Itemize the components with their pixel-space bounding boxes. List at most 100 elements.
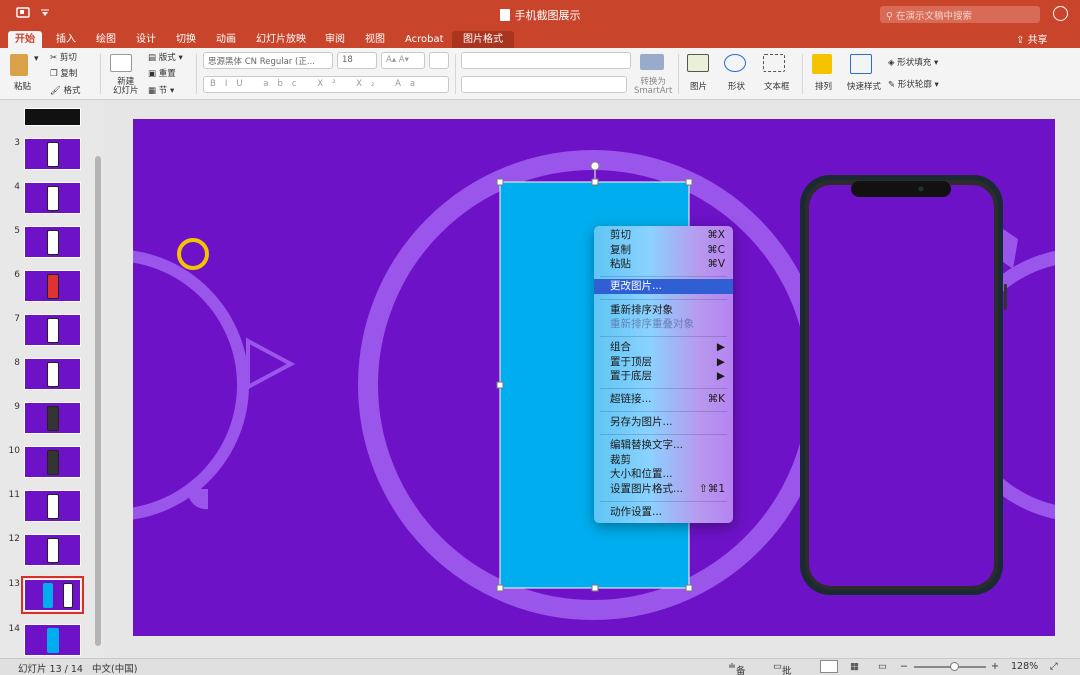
language-indicator[interactable]: 中文(中国): [92, 661, 137, 675]
clear-format-icon[interactable]: [429, 52, 449, 69]
tab-transitions[interactable]: 切换: [169, 31, 203, 48]
normal-view-icon[interactable]: [820, 660, 838, 673]
resize-handle-tl[interactable]: [496, 178, 504, 186]
shape-outline-button[interactable]: ✎ 形状轮廓 ▾: [888, 78, 939, 90]
resize-handle-b[interactable]: [591, 584, 599, 592]
smartart-icon[interactable]: [640, 54, 664, 70]
tab-animations[interactable]: 动画: [209, 31, 243, 48]
zoom-slider-thumb[interactable]: [950, 662, 959, 671]
tab-picture-format[interactable]: 图片格式: [452, 31, 514, 48]
tab-slideshow[interactable]: 幻灯片放映: [249, 31, 313, 48]
resize-handle-bl[interactable]: [496, 584, 504, 592]
rotate-handle[interactable]: [590, 161, 600, 171]
slide-thumbnail[interactable]: [24, 182, 81, 214]
menu-size-position[interactable]: 大小和位置...: [594, 467, 733, 482]
list-indent-buttons[interactable]: [461, 52, 631, 69]
cut-button[interactable]: ✂ 剪切: [50, 51, 77, 63]
slide-thumbnail[interactable]: [24, 534, 81, 566]
slide-number: 14: [8, 624, 20, 634]
new-slide-label[interactable]: 新建 幻灯片: [113, 78, 139, 96]
paste-icon[interactable]: [10, 54, 28, 76]
notes-button[interactable]: ≐ 备注: [728, 661, 745, 675]
slide-thumbnail[interactable]: [24, 270, 81, 302]
copy-button[interactable]: ❐ 复制: [50, 67, 77, 79]
menu-hyperlink[interactable]: 超链接... ⌘K: [594, 392, 733, 407]
tab-home[interactable]: 开始: [8, 31, 42, 48]
section-button[interactable]: ▦ 节 ▾: [148, 84, 174, 96]
comments-button[interactable]: ▭ 批注: [773, 661, 792, 675]
zoom-out-button[interactable]: −: [900, 661, 908, 672]
feedback-smiley-icon[interactable]: [1053, 6, 1068, 21]
slide-number: 13: [8, 579, 20, 589]
layout-button[interactable]: ▤ 版式 ▾: [148, 51, 183, 63]
shape-icon[interactable]: [724, 54, 746, 72]
arrange-icon[interactable]: [812, 54, 832, 74]
menu-action-settings[interactable]: 动作设置...: [594, 505, 733, 520]
menu-group[interactable]: 组合 ▶: [594, 340, 733, 355]
slide-thumbnail[interactable]: [24, 490, 81, 522]
shape-fill-button[interactable]: ◈ 形状填充 ▾: [888, 56, 938, 68]
shape-label[interactable]: 形状: [728, 80, 745, 92]
menu-copy[interactable]: 复制 ⌘C: [594, 243, 733, 258]
menu-change-picture[interactable]: 更改图片...: [594, 279, 733, 294]
menu-bring-to-front[interactable]: 置于顶层 ▶: [594, 355, 733, 370]
resize-handle-tr[interactable]: [685, 178, 693, 186]
menu-cut[interactable]: 剪切 ⌘X: [594, 228, 733, 243]
format-painter-button[interactable]: 🖌 格式: [50, 84, 81, 96]
reading-view-icon[interactable]: ▭: [878, 661, 887, 672]
menu-crop[interactable]: 裁剪: [594, 453, 733, 468]
zoom-level[interactable]: 128%: [1011, 661, 1038, 672]
font-grow-shrink[interactable]: A▴ A▾: [381, 52, 425, 69]
slide-thumbnail[interactable]: [24, 624, 81, 656]
alignment-buttons[interactable]: [461, 76, 627, 93]
share-button[interactable]: ⇪ 共享: [1016, 31, 1048, 46]
resize-handle-t[interactable]: [591, 178, 599, 186]
picture-label[interactable]: 图片: [690, 80, 707, 92]
quick-style-label[interactable]: 快速样式: [847, 80, 881, 92]
slide-thumbnail[interactable]: [24, 402, 81, 434]
menu-paste[interactable]: 粘贴 ⌘V: [594, 257, 733, 272]
resize-handle-br[interactable]: [685, 584, 693, 592]
font-name-select[interactable]: 思源黑体 CN Regular (正...: [203, 52, 333, 69]
textbox-label[interactable]: 文本框: [764, 80, 790, 92]
slide-thumbnail[interactable]: [24, 446, 81, 478]
tab-design[interactable]: 设计: [129, 31, 163, 48]
menu-format-picture[interactable]: 设置图片格式... ⇧⌘1: [594, 482, 733, 497]
slide-thumbnail[interactable]: [24, 358, 81, 390]
tab-review[interactable]: 审阅: [318, 31, 352, 48]
slide-thumbnail-selected[interactable]: [21, 576, 84, 614]
reset-button[interactable]: ▣ 重置: [148, 67, 176, 79]
tab-view[interactable]: 视图: [358, 31, 392, 48]
menu-reorder-objects[interactable]: 重新排序对象: [594, 303, 733, 318]
slide-thumbnail[interactable]: [24, 314, 81, 346]
panel-scrollbar[interactable]: [95, 156, 101, 646]
tab-draw[interactable]: 绘图: [89, 31, 123, 48]
menu-separator: [600, 276, 727, 277]
menu-edit-alt-text[interactable]: 编辑替换文字...: [594, 438, 733, 453]
search-input[interactable]: ⚲ 在演示文稿中搜索: [880, 6, 1040, 23]
paste-label[interactable]: 粘贴: [14, 80, 31, 92]
quick-style-icon[interactable]: [850, 54, 872, 74]
ribbon-divider: [196, 54, 197, 94]
picture-icon[interactable]: [687, 54, 709, 72]
menu-send-to-back[interactable]: 置于底层 ▶: [594, 369, 733, 384]
zoom-in-button[interactable]: +: [991, 661, 999, 672]
arrange-label[interactable]: 排列: [815, 80, 832, 92]
slide-sorter-icon[interactable]: ▦: [850, 661, 859, 672]
font-size-select[interactable]: 18: [337, 52, 377, 69]
fit-to-window-icon[interactable]: ⤢: [1050, 661, 1058, 672]
menu-save-as-picture[interactable]: 另存为图片...: [594, 415, 733, 430]
slide-thumbnail[interactable]: [24, 138, 81, 170]
font-style-buttons[interactable]: BIU abc X² X₂ Aa: [203, 76, 449, 93]
paste-dropdown-icon[interactable]: ▾: [34, 54, 39, 64]
tab-insert[interactable]: 插入: [49, 31, 83, 48]
textbox-icon[interactable]: [763, 54, 785, 72]
slide-thumbnail[interactable]: [24, 108, 81, 126]
new-slide-icon[interactable]: [110, 54, 132, 72]
convert-smartart-label[interactable]: 转换为 SmartArt: [634, 78, 672, 96]
tab-acrobat[interactable]: Acrobat: [398, 31, 451, 48]
resize-handle-l[interactable]: [496, 381, 504, 389]
submenu-arrow-icon: ▶: [716, 356, 725, 368]
slide-thumbnail[interactable]: [24, 226, 81, 258]
slide-number: 7: [14, 314, 20, 324]
